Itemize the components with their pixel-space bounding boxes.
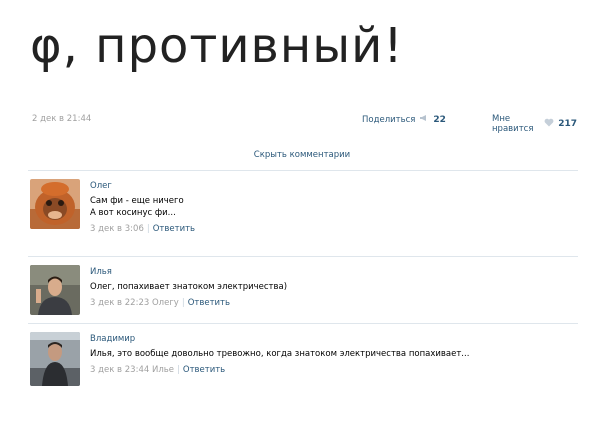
like-count: 217: [558, 119, 577, 129]
heart-icon: [544, 118, 554, 130]
divider: |: [181, 298, 185, 308]
share-label: Поделиться: [362, 114, 416, 125]
comment-item: Олег Сам фи - еще ничего А вот косинус ф…: [28, 170, 578, 256]
avatar[interactable]: [30, 265, 80, 315]
comment-author[interactable]: Владимир: [90, 333, 469, 345]
megaphone-icon: [419, 114, 429, 125]
reply-to[interactable]: Олегу: [152, 298, 179, 308]
post-meta: 2 дек в 21:44 Поделиться 22 Мне нравится…: [32, 114, 577, 134]
avatar[interactable]: [30, 179, 80, 229]
reply-to[interactable]: Илье: [152, 365, 174, 375]
divider: |: [146, 224, 150, 234]
reply-button[interactable]: Ответить: [188, 298, 230, 308]
comment-time[interactable]: 3 дек в 22:23: [90, 298, 149, 308]
like-label: Мне нравится: [492, 114, 534, 134]
reply-button[interactable]: Ответить: [153, 224, 195, 234]
comment-time[interactable]: 3 дек в 3:06: [90, 224, 144, 234]
comment-body: Илья Олег, попахивает знатоком электриче…: [90, 266, 287, 309]
hide-comments-link[interactable]: Скрыть комментарии: [0, 150, 604, 160]
comment-text: А вот косинус фи...: [90, 208, 176, 218]
comment-meta: 3 дек в 22:23 Олегу | Ответить: [90, 297, 287, 309]
comment-meta: 3 дек в 3:06 | Ответить: [90, 223, 195, 235]
post-date[interactable]: 2 дек в 21:44: [32, 114, 91, 124]
comment-body: Олег Сам фи - еще ничего А вот косинус ф…: [90, 180, 195, 235]
post-title: φ, противный!: [30, 18, 404, 74]
comment-author[interactable]: Илья: [90, 266, 287, 278]
comment-meta: 3 дек в 23:44 Илье | Ответить: [90, 364, 469, 376]
comment-text: Илья, это вообще довольно тревожно, когд…: [90, 349, 470, 359]
comments-list: Олег Сам фи - еще ничего А вот косинус ф…: [28, 170, 578, 394]
divider: |: [177, 365, 180, 375]
reply-button[interactable]: Ответить: [183, 365, 225, 375]
comment-body: Владимир Илья, это вообще довольно трево…: [90, 333, 469, 376]
share-count: 22: [433, 114, 446, 125]
comment-text: Сам фи - еще ничего: [90, 196, 184, 206]
comment-item: Илья Олег, попахивает знатоком электриче…: [28, 256, 578, 323]
avatar[interactable]: [30, 332, 80, 386]
share-button[interactable]: Поделиться 22: [362, 114, 446, 125]
comment-item: Владимир Илья, это вообще довольно трево…: [28, 323, 578, 394]
like-button[interactable]: Мне нравится 217: [492, 114, 577, 134]
comment-author[interactable]: Олег: [90, 180, 195, 192]
comment-time[interactable]: 3 дек в 23:44: [90, 365, 149, 375]
comment-text: Олег, попахивает знатоком электричества): [90, 282, 288, 292]
